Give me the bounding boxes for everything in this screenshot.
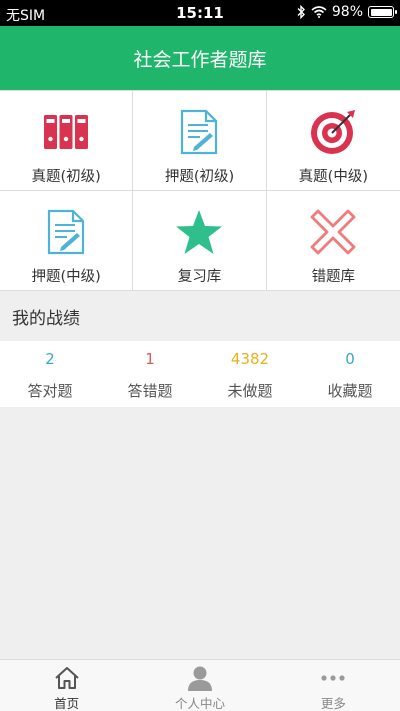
target-icon xyxy=(308,107,358,157)
stat-value: 2 xyxy=(45,350,55,368)
stat-value: 1 xyxy=(145,350,155,368)
menu-item-predict-intermediate[interactable]: 押题(中级) xyxy=(0,191,134,291)
tab-label: 更多 xyxy=(320,696,346,711)
stats-row: 2 答对题 1 答错题 4382 未做题 0 收藏题 xyxy=(0,341,400,407)
menu-item-label: 真题(中级) xyxy=(298,169,368,185)
status-bar: 无SIM 15:11 98% xyxy=(0,0,400,26)
document-pen-icon xyxy=(174,107,224,157)
bluetooth-icon xyxy=(297,5,305,19)
menu-item-label: 复习库 xyxy=(177,269,222,285)
battery-icon xyxy=(368,6,397,18)
menu-item-label: 真题(初级) xyxy=(31,169,101,185)
document-pen-icon xyxy=(41,207,91,257)
tab-label: 个人中心 xyxy=(174,696,225,711)
menu-item-real-junior[interactable]: 真题(初级) xyxy=(0,91,134,191)
stat-label: 答错题 xyxy=(127,382,173,400)
home-icon xyxy=(53,665,81,691)
menu-item-real-intermediate[interactable]: 真题(中级) xyxy=(266,91,400,191)
tab-bar: 首页 个人中心 更多 xyxy=(0,659,400,711)
binders-icon xyxy=(41,107,91,157)
star-icon xyxy=(174,207,224,257)
more-icon xyxy=(319,665,347,691)
nav-bar: 社会工作者题库 xyxy=(0,26,400,90)
stat-favorite[interactable]: 0 收藏题 xyxy=(300,341,400,407)
status-right: 98% xyxy=(297,4,397,20)
stat-label: 收藏题 xyxy=(327,382,373,400)
stat-wrong[interactable]: 1 答错题 xyxy=(100,341,200,407)
page-title: 社会工作者题库 xyxy=(133,48,267,71)
tab-more[interactable]: 更多 xyxy=(267,660,400,711)
tab-profile[interactable]: 个人中心 xyxy=(133,660,266,711)
stat-label: 答对题 xyxy=(27,382,73,400)
stat-value: 0 xyxy=(345,350,355,368)
stat-correct[interactable]: 2 答对题 xyxy=(0,341,100,407)
battery-percent: 98% xyxy=(331,4,363,20)
wifi-icon xyxy=(311,6,327,18)
menu-item-label: 错题库 xyxy=(311,269,356,285)
menu-item-review[interactable]: 复习库 xyxy=(133,191,267,291)
menu-item-label: 押题(中级) xyxy=(31,269,101,285)
tab-label: 首页 xyxy=(54,696,80,711)
menu-item-wrong[interactable]: 错题库 xyxy=(266,191,400,291)
menu-grid: 真题(初级) 押题(初级) 真题(中级) 押题(中级) 复习库 错题库 xyxy=(0,90,400,291)
stat-label: 未做题 xyxy=(227,382,273,400)
section-title: 我的战绩 xyxy=(0,291,400,341)
menu-item-predict-junior[interactable]: 押题(初级) xyxy=(133,91,267,191)
stat-undone[interactable]: 4382 未做题 xyxy=(200,341,300,407)
menu-item-label: 押题(初级) xyxy=(164,169,235,185)
stat-value: 4382 xyxy=(230,350,270,368)
user-icon xyxy=(186,665,214,691)
tab-home[interactable]: 首页 xyxy=(0,660,133,711)
cross-icon xyxy=(308,207,358,257)
